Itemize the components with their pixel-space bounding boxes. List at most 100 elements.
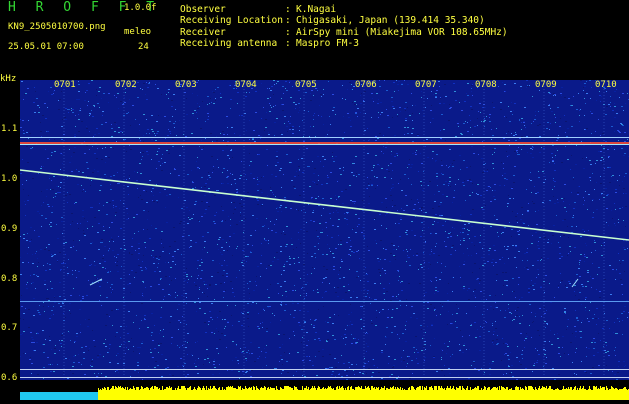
level-bar: [199, 387, 200, 400]
noise-speck: [582, 158, 583, 159]
noise-speck: [352, 102, 353, 103]
level-bar: [572, 390, 573, 400]
noise-speck: [291, 180, 293, 181]
level-bar: [159, 388, 160, 400]
level-bar: [274, 388, 275, 400]
noise-speck: [299, 107, 300, 108]
level-bar: [571, 387, 572, 400]
noise-speck: [321, 184, 323, 185]
noise-speck: [422, 110, 423, 111]
noise-speck: [569, 204, 570, 205]
level-bar: [377, 388, 378, 400]
noise-speck: [128, 349, 129, 350]
noise-speck: [174, 251, 176, 252]
noise-speck: [464, 180, 465, 181]
level-bar: [422, 386, 423, 400]
noise-speck: [306, 293, 307, 294]
noise-speck: [504, 227, 506, 228]
noise-speck: [495, 295, 496, 296]
noise-speck: [598, 318, 599, 319]
noise-speck: [83, 233, 85, 234]
level-bar: [430, 387, 431, 400]
level-bar: [476, 388, 477, 400]
noise-speck: [258, 154, 260, 155]
noise-speck: [452, 277, 453, 278]
noise-speck: [241, 325, 243, 326]
noise-speck: [512, 376, 514, 377]
level-bar: [120, 386, 121, 400]
noise-speck: [571, 192, 572, 193]
noise-speck: [512, 114, 513, 115]
noise-speck: [195, 187, 196, 188]
noise-speck: [249, 153, 250, 154]
noise-speck: [242, 250, 244, 251]
noise-speck: [482, 227, 483, 228]
noise-speck: [298, 159, 299, 160]
noise-speck: [257, 204, 259, 205]
noise-speck: [222, 319, 223, 320]
noise-speck: [600, 151, 602, 152]
level-bar: [196, 390, 197, 400]
noise-speck: [310, 93, 311, 94]
noise-speck: [396, 153, 398, 154]
level-bar: [147, 387, 148, 400]
level-bar: [351, 386, 352, 400]
noise-speck: [443, 103, 445, 104]
noise-speck: [501, 360, 502, 361]
noise-speck: [124, 102, 126, 103]
noise-speck: [332, 323, 334, 324]
noise-speck: [267, 98, 269, 99]
noise-speck: [346, 375, 348, 376]
level-bar: [101, 390, 102, 400]
level-bar: [232, 386, 233, 400]
noise-speck: [272, 313, 273, 314]
level-bar: [154, 386, 155, 400]
noise-speck: [28, 120, 29, 121]
noise-speck: [203, 147, 204, 148]
noise-speck: [243, 204, 245, 205]
separator: :: [285, 27, 291, 38]
noise-speck: [186, 268, 187, 269]
noise-speck: [440, 97, 441, 98]
noise-speck: [593, 212, 594, 213]
noise-speck: [190, 246, 192, 247]
x-tick-label: 0707: [415, 80, 437, 90]
level-bar: [514, 390, 515, 400]
noise-speck: [62, 163, 63, 164]
noise-speck: [274, 224, 275, 225]
level-bar: [497, 387, 498, 400]
noise-speck: [375, 140, 377, 141]
noise-speck: [399, 338, 400, 339]
level-bar: [490, 390, 491, 400]
noise-speck: [392, 200, 393, 201]
noise-speck: [143, 190, 145, 191]
noise-speck: [207, 358, 209, 359]
noise-speck: [216, 328, 217, 329]
level-bar: [305, 388, 306, 400]
noise-speck: [368, 368, 370, 369]
noise-speck: [155, 135, 156, 136]
noise-speck: [231, 127, 233, 128]
noise-speck: [131, 270, 133, 271]
noise-speck: [136, 214, 138, 215]
level-bar: [553, 390, 554, 400]
noise-speck: [293, 186, 295, 187]
level-bar: [192, 390, 193, 400]
noise-speck: [291, 162, 292, 163]
noise-speck: [455, 184, 456, 185]
noise-speck: [569, 246, 571, 247]
noise-speck: [299, 126, 300, 127]
noise-speck: [460, 330, 461, 331]
separator: :: [285, 4, 291, 15]
noise-speck: [614, 374, 616, 375]
noise-speck: [490, 226, 492, 227]
noise-speck: [168, 98, 169, 99]
noise-speck: [94, 261, 95, 262]
noise-speck: [442, 194, 444, 195]
noise-speck: [479, 280, 481, 281]
noise-speck: [57, 261, 58, 262]
noise-speck: [338, 315, 339, 316]
noise-speck: [522, 358, 523, 359]
noise-speck: [459, 266, 460, 267]
noise-speck: [295, 108, 296, 109]
